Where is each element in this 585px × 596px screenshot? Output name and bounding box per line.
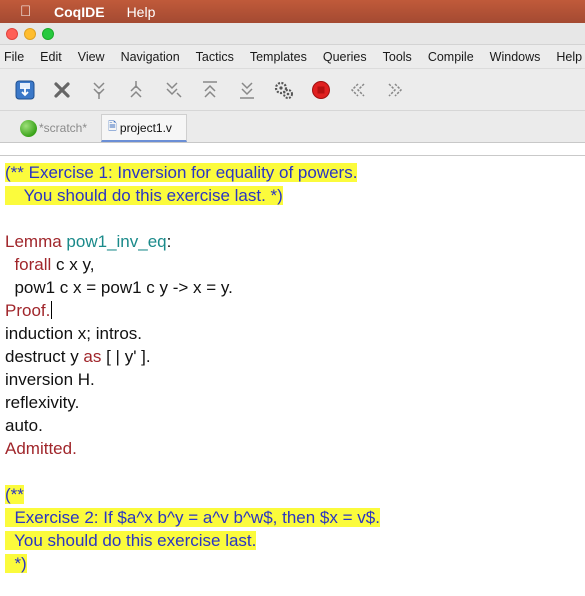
comment-text: (** (5, 485, 24, 504)
close-window-button[interactable] (6, 27, 18, 40)
macos-menu-bar:  CoqIDE Help (0, 0, 585, 23)
code-line: (** Exercise 1: Inversion for equality o… (5, 161, 585, 184)
status-dot-icon (20, 119, 37, 137)
menu-edit[interactable]: Edit (40, 50, 62, 64)
tab-project1[interactable]: 🗎 project1.v (101, 114, 187, 142)
code-line: Exercise 2: If $a^x b^y = a^v b^w$, then… (5, 506, 585, 529)
code-text: induction x; intros. (5, 324, 143, 343)
code-line: pow1 c x = pow1 c y -> x = y. (5, 276, 585, 299)
previous-occurrence-icon[interactable] (346, 78, 370, 102)
code-text: inversion H. (5, 370, 95, 389)
tab-scratch[interactable]: *scratch* (14, 114, 101, 142)
keyword: Admitted. (5, 439, 77, 458)
menu-compile[interactable]: Compile (428, 50, 474, 64)
code-line: (** (5, 483, 585, 506)
keyword: Proof. (5, 301, 51, 320)
code-text: auto. (5, 416, 43, 435)
backward-one-icon[interactable] (124, 78, 148, 102)
menu-tactics[interactable]: Tactics (196, 50, 234, 64)
code-line: reflexivity. (5, 391, 585, 414)
menu-tools[interactable]: Tools (383, 50, 412, 64)
code-line: *) (5, 552, 585, 575)
menu-view[interactable]: View (78, 50, 105, 64)
minimize-window-button[interactable] (24, 27, 36, 40)
menu-windows[interactable]: Windows (490, 50, 541, 64)
backward-to-start-icon[interactable] (198, 78, 222, 102)
keyword: forall (14, 255, 52, 274)
comment-text: *) (5, 554, 27, 573)
code-line: inversion H. (5, 368, 585, 391)
comment-text: You should do this exercise last. *) (5, 186, 283, 205)
code-text: reflexivity. (5, 393, 80, 412)
keyword: Lemma (5, 232, 62, 251)
comment-text: (** Exercise 1: Inversion for equality o… (5, 163, 358, 182)
next-occurrence-icon[interactable] (383, 78, 407, 102)
code-line: You should do this exercise last. (5, 529, 585, 552)
tab-project1-label: project1.v (119, 120, 172, 135)
code-line: forall c x y, (5, 253, 585, 276)
code-text: : (166, 232, 172, 251)
close-icon[interactable] (50, 78, 74, 102)
forward-to-cursor-icon[interactable] (161, 78, 185, 102)
code-text: c x y, (51, 255, 95, 274)
code-line: Proof. (5, 299, 585, 322)
code-text: [ | y' ]. (101, 347, 151, 366)
menu-help[interactable]: Help (556, 50, 582, 64)
keyword: as (83, 347, 102, 366)
code-line: Lemma pow1_inv_eq: (5, 230, 585, 253)
apple-icon[interactable]:  (20, 3, 40, 20)
interrupt-icon[interactable] (309, 78, 333, 102)
document-icon: 🗎 (108, 121, 117, 133)
tab-scratch-label: *scratch* (39, 121, 88, 135)
app-menu[interactable]: CoqIDE (54, 4, 105, 20)
menu-bar: File Edit View Navigation Tactics Templa… (0, 45, 585, 69)
menu-templates[interactable]: Templates (250, 50, 307, 64)
comment-text: Exercise 2: If $a^x b^y = a^v b^w$, then… (5, 508, 380, 527)
code-text: destruct y (5, 347, 84, 366)
save-icon[interactable] (13, 78, 37, 102)
zoom-window-button[interactable] (42, 27, 54, 40)
forward-to-end-icon[interactable] (235, 78, 259, 102)
menu-navigation[interactable]: Navigation (121, 50, 180, 64)
broken-gears-icon[interactable] (272, 78, 296, 102)
forward-one-icon[interactable] (87, 78, 111, 102)
menu-queries[interactable]: Queries (323, 50, 367, 64)
window-title-bar (0, 23, 585, 45)
script-editor[interactable]: (** Exercise 1: Inversion for equality o… (0, 155, 585, 596)
code-line: auto. (5, 414, 585, 437)
code-text: pow1 c x = pow1 c y -> x = y. (5, 278, 233, 297)
text-cursor (51, 301, 53, 319)
comment-text: You should do this exercise last. (5, 531, 257, 550)
lemma-name: pow1_inv_eq (66, 232, 167, 251)
code-line: You should do this exercise last. *) (5, 184, 585, 207)
tab-bar: *scratch* 🗎 project1.v (0, 111, 585, 143)
menu-file[interactable]: File (4, 50, 24, 64)
toolbar (0, 69, 585, 111)
mac-help-menu[interactable]: Help (127, 4, 156, 20)
code-line: Admitted. (5, 437, 585, 460)
code-line: destruct y as [ | y' ]. (5, 345, 585, 368)
code-line: induction x; intros. (5, 322, 585, 345)
